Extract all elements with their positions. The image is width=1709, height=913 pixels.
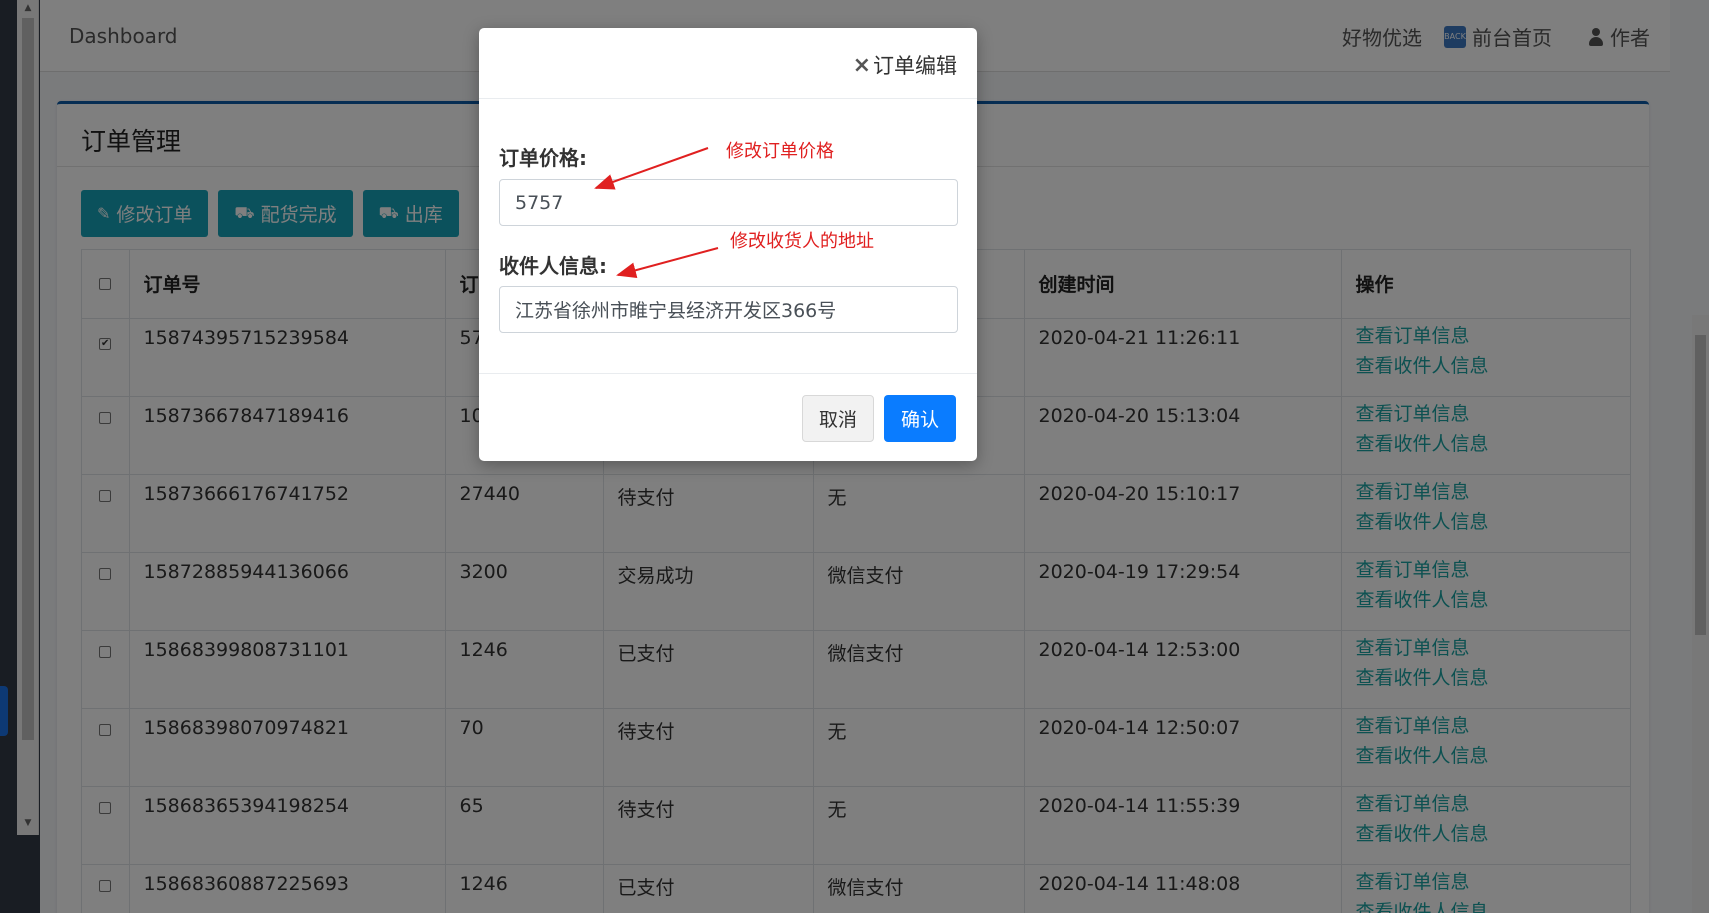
- confirm-button[interactable]: 确认: [884, 395, 956, 442]
- price-label: 订单价格:: [499, 146, 587, 170]
- annotation-price: 修改订单价格: [726, 141, 834, 162]
- annotation-address: 修改收货人的地址: [730, 231, 874, 252]
- modal-footer: 取消 确认: [479, 373, 977, 461]
- cancel-button[interactable]: 取消: [802, 395, 874, 442]
- modal-title: × 订单编辑: [853, 50, 957, 80]
- modal-title-text: 订单编辑: [873, 54, 957, 78]
- close-icon[interactable]: ×: [853, 53, 871, 78]
- receiver-input[interactable]: [499, 286, 958, 333]
- modal-header: × 订单编辑: [479, 28, 977, 99]
- price-input[interactable]: [499, 179, 958, 226]
- receiver-label: 收件人信息:: [499, 254, 607, 278]
- order-edit-modal: × 订单编辑 订单价格: 收件人信息: 取消 确认: [479, 28, 977, 461]
